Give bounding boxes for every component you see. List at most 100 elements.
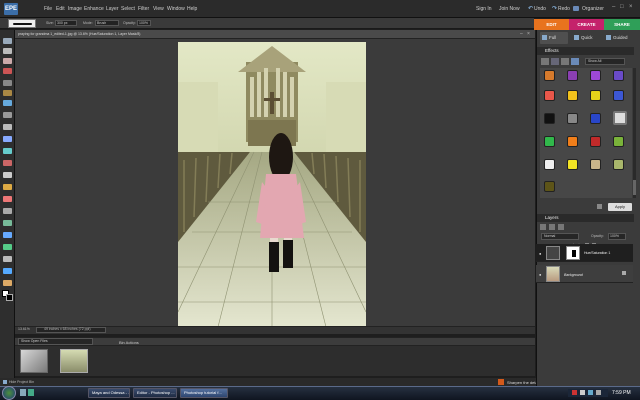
undo-icon[interactable]: ↶ xyxy=(528,5,533,12)
effect-swatch[interactable] xyxy=(567,70,578,81)
blend-mode-select[interactable]: Normal xyxy=(541,233,579,240)
eye-icon[interactable]: ● xyxy=(539,251,541,256)
layers-panel-header[interactable]: Layers xyxy=(537,214,634,222)
layer-styles-icon[interactable] xyxy=(551,58,559,65)
menu-help[interactable]: Help xyxy=(187,6,197,12)
opacity-field[interactable]: 100% xyxy=(137,20,151,26)
effect-swatch[interactable] xyxy=(590,159,601,170)
clock[interactable]: 7:59 PM xyxy=(612,390,631,396)
document-photo[interactable] xyxy=(178,42,366,327)
effects-panel-header[interactable]: Effects xyxy=(537,47,634,55)
menu-image[interactable]: Image xyxy=(68,6,82,12)
filters-icon[interactable] xyxy=(541,58,549,65)
brush-preview[interactable] xyxy=(8,19,36,28)
show-open-files-select[interactable]: Show Open Files xyxy=(18,338,93,345)
menu-file[interactable]: File xyxy=(44,6,52,12)
delete-layer-icon[interactable] xyxy=(558,224,564,230)
background-color-swatch[interactable] xyxy=(6,294,13,301)
effect-swatch[interactable] xyxy=(613,90,624,101)
effect-swatch[interactable] xyxy=(590,136,601,147)
tab-share[interactable]: SHARE xyxy=(604,19,640,30)
redo-button[interactable]: Redo xyxy=(558,6,570,12)
straighten-tool-icon[interactable] xyxy=(3,148,12,154)
tab-create[interactable]: CREATE xyxy=(569,19,604,30)
redo-icon[interactable]: ↷ xyxy=(552,5,557,12)
menu-select[interactable]: Select xyxy=(121,6,135,12)
adjustment-thumbnail[interactable] xyxy=(546,246,560,260)
clone-stamp-tool-icon[interactable] xyxy=(3,280,12,286)
eraser-tool-icon[interactable] xyxy=(3,196,12,202)
hide-project-bin-button[interactable]: Hide Project Bin xyxy=(9,380,34,384)
smart-brush-tool-icon[interactable] xyxy=(3,208,12,214)
marquee-tool-icon[interactable] xyxy=(3,80,12,86)
size-field[interactable]: 300 px xyxy=(55,20,77,26)
join-now-link[interactable]: Join Now xyxy=(499,6,520,12)
mode-select[interactable]: Brush xyxy=(95,20,119,26)
menu-view[interactable]: View xyxy=(153,6,164,12)
bin-thumbnail-1[interactable] xyxy=(20,349,48,373)
doc-close-icon[interactable]: × xyxy=(527,31,530,37)
effect-swatch[interactable] xyxy=(567,90,578,101)
taskbar-item-editor[interactable]: Editor - Photoshop ... xyxy=(133,388,177,398)
eye-icon[interactable]: ● xyxy=(539,272,541,277)
effect-swatch[interactable] xyxy=(613,159,624,170)
photo-effects-icon[interactable] xyxy=(561,58,569,65)
healing-brush-tool-icon[interactable] xyxy=(3,172,12,178)
menu-window[interactable]: Window xyxy=(167,6,185,12)
taskbar-item-maya[interactable]: Maya and Odessa - ... xyxy=(88,388,130,398)
move-tool-icon[interactable] xyxy=(3,38,12,44)
layer-name[interactable]: Hue/Saturation 1 xyxy=(584,251,610,255)
zoom-level[interactable]: 13.61% xyxy=(18,327,30,331)
quick-launch-icon[interactable] xyxy=(20,389,26,396)
taskbar-item-tutorial[interactable]: Photoshop tutorial f... xyxy=(180,388,228,398)
effect-swatch[interactable] xyxy=(567,159,578,170)
effects-show-select[interactable]: Show All xyxy=(585,58,625,65)
red-eye-tool-icon[interactable] xyxy=(3,160,12,166)
organizer-button[interactable]: Organizer xyxy=(582,6,604,12)
close-icon[interactable]: × xyxy=(629,4,633,10)
layer-mask-thumbnail[interactable] xyxy=(566,246,580,260)
type-tool-icon[interactable] xyxy=(3,112,12,118)
doc-minimize-icon[interactable]: – xyxy=(520,31,523,37)
background-layer-thumbnail[interactable] xyxy=(546,266,560,282)
menu-filter[interactable]: Filter xyxy=(138,6,149,12)
volume-icon[interactable] xyxy=(596,390,601,395)
effect-swatch[interactable] xyxy=(544,90,555,101)
trash-icon[interactable] xyxy=(597,204,602,209)
menu-edit[interactable]: Edit xyxy=(56,6,65,12)
cookie-cutter-tool-icon[interactable] xyxy=(3,136,12,142)
hand-tool-icon[interactable] xyxy=(3,58,12,64)
effect-swatch[interactable] xyxy=(590,90,601,101)
layer-opacity-field[interactable]: 100% xyxy=(608,233,626,240)
magic-wand-tool-icon[interactable] xyxy=(3,100,12,106)
layer-name[interactable]: Background xyxy=(564,273,583,277)
project-bin-icon[interactable] xyxy=(3,380,7,384)
crop-tool-icon[interactable] xyxy=(3,124,12,130)
effect-swatch[interactable] xyxy=(567,113,578,124)
effect-swatch[interactable] xyxy=(544,159,555,170)
effects-scrollbar[interactable] xyxy=(633,68,636,198)
blur-tool-icon[interactable] xyxy=(3,256,12,262)
effect-swatch-selected[interactable] xyxy=(613,111,627,125)
effects-scroll-thumb[interactable] xyxy=(633,180,636,195)
sign-in-link[interactable]: Sign In xyxy=(476,6,492,12)
menu-layer[interactable]: Layer xyxy=(106,6,119,12)
eyedropper-tool-icon[interactable] xyxy=(3,68,12,74)
effect-swatch[interactable] xyxy=(544,113,555,124)
effect-swatch[interactable] xyxy=(544,136,555,147)
network-icon[interactable] xyxy=(588,390,593,395)
zoom-tool-icon[interactable] xyxy=(3,48,12,54)
gradient-tool-icon[interactable] xyxy=(3,232,12,238)
tray-icon[interactable] xyxy=(572,390,577,395)
minimize-icon[interactable]: – xyxy=(612,4,615,10)
restore-icon[interactable]: □ xyxy=(620,4,624,10)
tab-edit[interactable]: EDIT xyxy=(534,19,569,30)
effect-swatch[interactable] xyxy=(544,181,555,192)
undo-button[interactable]: Undo xyxy=(534,6,546,12)
bin-actions-menu[interactable]: Bin Actions xyxy=(119,340,139,345)
tray-icon[interactable] xyxy=(580,390,585,395)
organizer-icon[interactable] xyxy=(573,6,579,11)
bevels-icon[interactable] xyxy=(571,58,579,65)
brush-tool-icon[interactable] xyxy=(3,184,12,190)
effect-swatch[interactable] xyxy=(590,70,601,81)
